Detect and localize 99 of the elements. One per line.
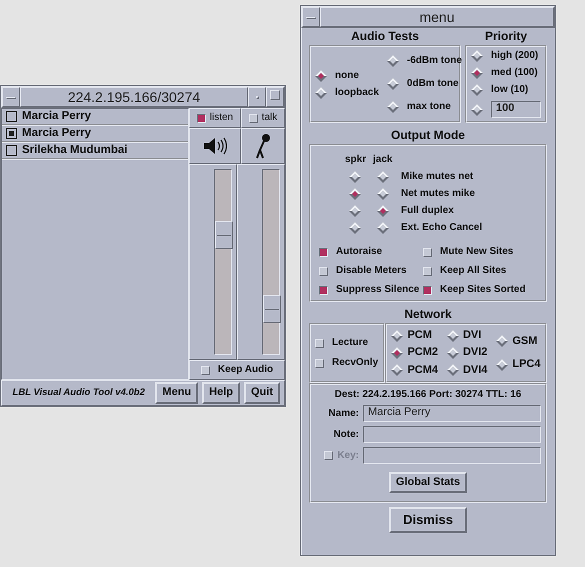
radio-button[interactable] (349, 171, 361, 183)
option-label: none (335, 70, 359, 82)
option-label: Suppress Silence (336, 284, 420, 296)
radio-button[interactable] (386, 101, 399, 113)
radio-button[interactable] (446, 364, 459, 376)
option-label: Lecture (332, 337, 368, 349)
radio-button[interactable] (496, 335, 508, 348)
radio-button[interactable] (386, 78, 399, 90)
checkbox[interactable] (319, 286, 328, 294)
option-label: high (200) (491, 50, 538, 62)
option-label: Autoraise (336, 246, 382, 258)
field-label: Note: (333, 428, 359, 440)
option-label: LPC4 (512, 358, 540, 372)
slider-thumb[interactable] (215, 221, 233, 250)
window-title: menu (320, 7, 554, 27)
option-label: Keep Sites Sorted (440, 284, 526, 296)
radio-button[interactable] (391, 347, 404, 359)
option-label: Mute New Sites (440, 246, 514, 258)
field-label: Key: (337, 450, 359, 462)
radio-button[interactable] (377, 188, 389, 200)
dismiss-button[interactable]: Dismiss (389, 507, 467, 533)
window-menu-button[interactable] (302, 7, 320, 27)
radio-button[interactable] (377, 222, 389, 234)
radio-button[interactable] (496, 358, 508, 371)
checkbox[interactable] (319, 248, 328, 256)
option-label: RecvOnly (332, 357, 378, 369)
text-field[interactable]: Marcia Perry (363, 405, 541, 422)
checkbox[interactable] (196, 114, 206, 122)
option-label: Ext. Echo Cancel (401, 222, 484, 234)
site-row[interactable]: Marcia Perry (2, 126, 188, 143)
radio-button[interactable] (391, 364, 404, 376)
checkbox[interactable] (6, 128, 17, 139)
site-row[interactable]: Marcia Perry (2, 109, 188, 126)
version-label: LBL Visual Audio Tool v4.0b2 (12, 387, 146, 399)
speaker-icon (203, 136, 227, 156)
quit-button[interactable]: Quit (244, 382, 280, 404)
section-heading: Priority (484, 28, 528, 45)
radio-button[interactable] (471, 84, 483, 96)
radio-button[interactable] (349, 188, 361, 200)
microphone-button[interactable] (241, 128, 285, 164)
option-label: PCM2 (407, 346, 438, 360)
radio-button[interactable] (315, 70, 327, 82)
site-row[interactable]: Srilekha Mudumbai (2, 143, 188, 160)
checkbutton[interactable]: talk (240, 108, 286, 128)
radio-button[interactable] (377, 205, 389, 217)
radio-button[interactable] (349, 222, 361, 234)
minimize-button[interactable] (248, 87, 266, 107)
global-stats-button[interactable]: Global Stats (388, 472, 468, 494)
radio-button[interactable] (446, 330, 459, 342)
option-label: PCM (407, 329, 432, 342)
volume-slider[interactable] (214, 169, 232, 355)
microphone-icon (255, 133, 271, 159)
option-label: Full duplex (401, 205, 455, 217)
column-header: spkr (345, 154, 368, 166)
radio-button[interactable] (471, 66, 483, 79)
slider-thumb[interactable] (263, 294, 281, 323)
option-label: Mike mutes net (401, 171, 474, 183)
option-label: low (10) (491, 84, 528, 96)
checkbox[interactable] (6, 145, 17, 156)
radio-button[interactable] (386, 55, 399, 67)
radio-button[interactable] (446, 347, 459, 359)
radio-button[interactable] (315, 86, 327, 98)
section-heading: Network (403, 306, 453, 323)
option-label: max tone (406, 101, 451, 113)
maximize-button[interactable] (266, 87, 284, 107)
radio-button[interactable] (391, 330, 404, 342)
help-button[interactable]: Help (202, 382, 240, 404)
checkbutton[interactable]: Keep Audio (189, 360, 285, 380)
option-label: DVI2 (462, 346, 488, 360)
column-header: jack (373, 154, 394, 166)
option-label: loopback (335, 86, 379, 98)
radio-button[interactable] (471, 50, 483, 62)
option-label: GSM (512, 334, 538, 348)
gain-slider[interactable] (262, 169, 280, 355)
radio-button[interactable] (471, 104, 483, 116)
field-label: Name: (328, 408, 359, 420)
destination-label: Dest: 224.2.195.166 Port: 30274 TTL: 16 (334, 389, 522, 401)
option-label: Keep All Sites (440, 265, 506, 277)
section-heading: Audio Tests (350, 28, 420, 45)
priority-field[interactable]: 100 (491, 101, 541, 118)
window-menu-button[interactable] (2, 87, 20, 107)
option-label: DVI (462, 329, 482, 342)
checkbox[interactable] (6, 111, 17, 122)
section-heading: Output Mode (390, 127, 466, 144)
option-label: Disable Meters (336, 265, 407, 277)
option-label: PCM4 (407, 364, 438, 377)
option-label: med (100) (491, 66, 538, 79)
option-label: DVI4 (462, 364, 488, 377)
text-field[interactable] (363, 426, 541, 443)
radio-button[interactable] (377, 171, 389, 183)
checkbox[interactable] (423, 286, 432, 294)
checkbutton[interactable]: listen (189, 108, 241, 128)
option-label: -6dBm tone (406, 55, 462, 67)
radio-button[interactable] (349, 205, 361, 217)
window-title: 224.2.195.166/30274 (20, 87, 248, 107)
speaker-button[interactable] (189, 128, 241, 164)
option-label: 0dBm tone (406, 78, 459, 90)
menu-button[interactable]: Menu (155, 382, 198, 404)
option-label: Net mutes mike (401, 188, 476, 200)
